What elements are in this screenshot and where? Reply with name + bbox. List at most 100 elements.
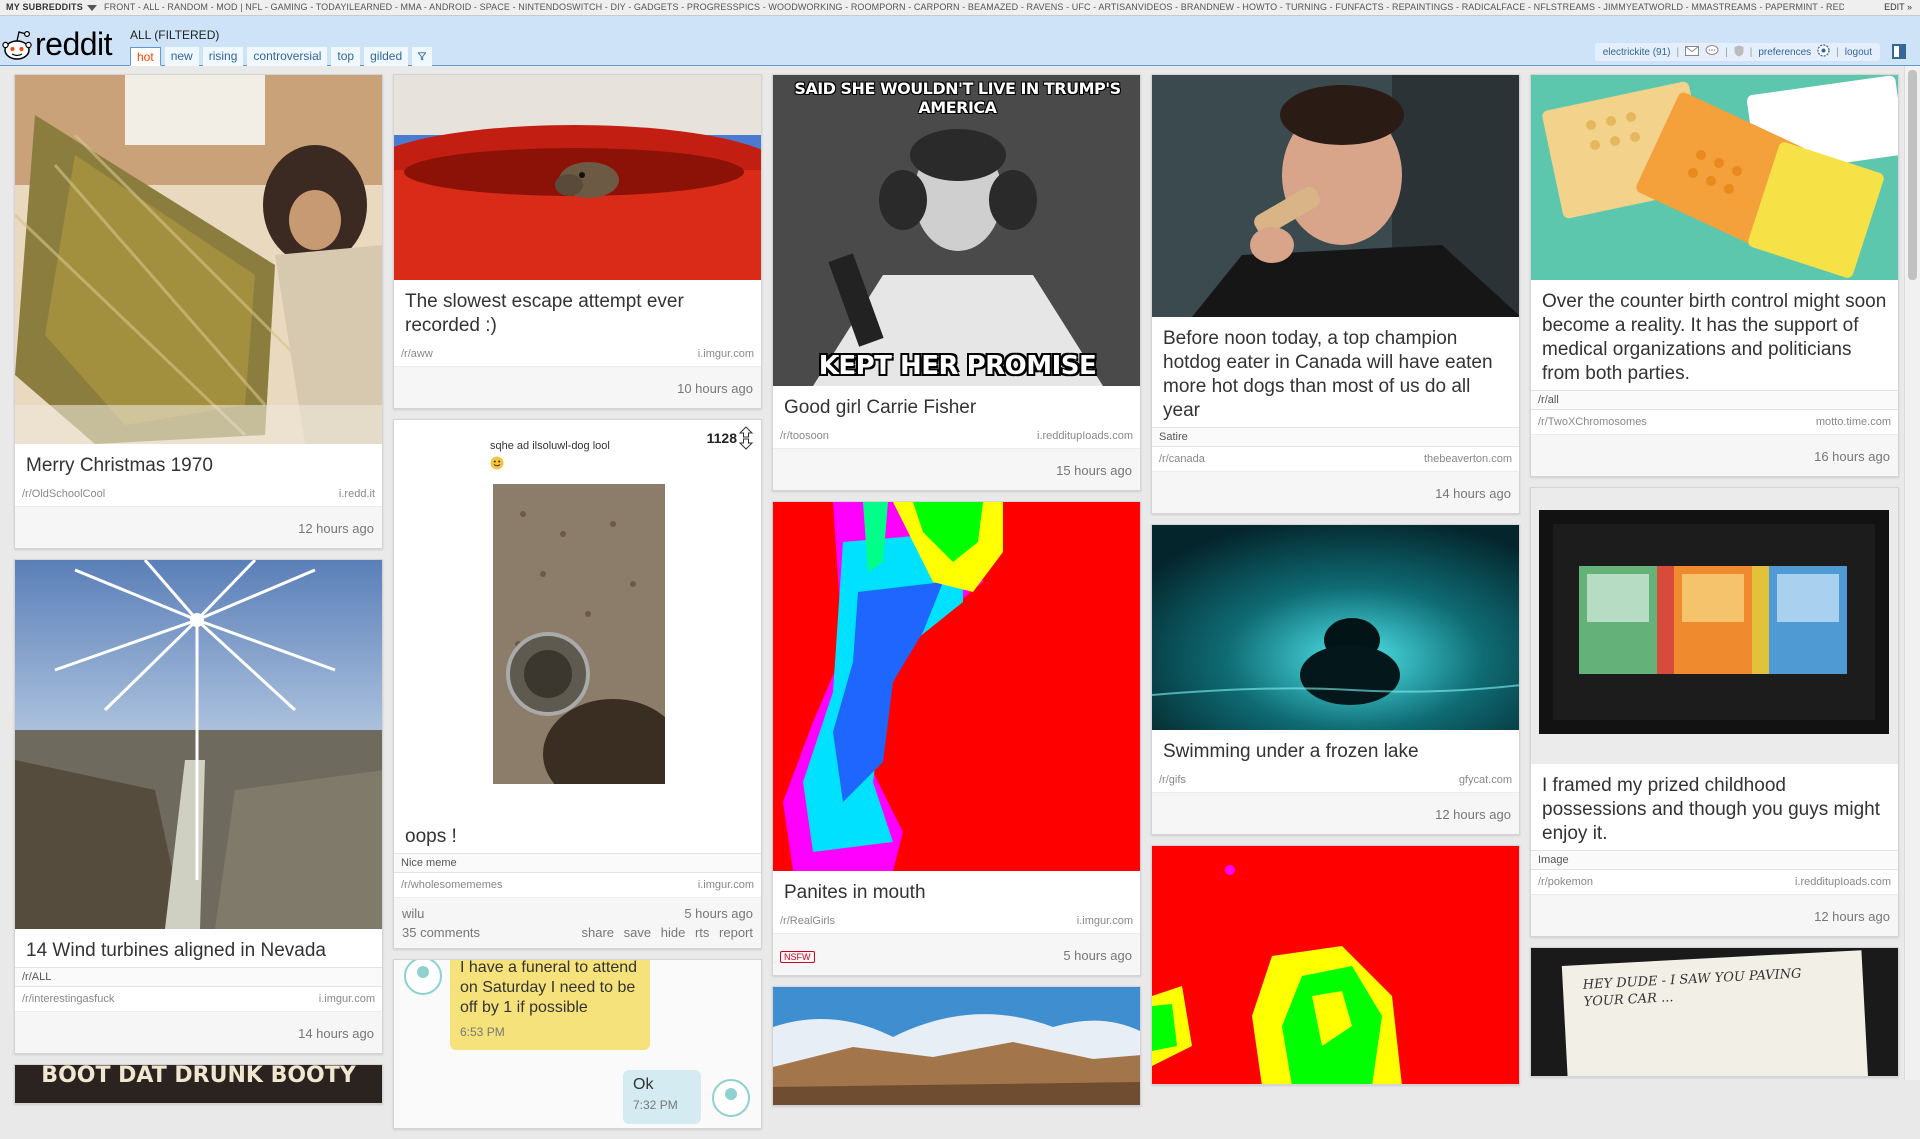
- meme-top-text: SAID SHE WOULDN'T LIVE IN TRUMP'S AMERIC…: [794, 79, 1121, 117]
- post-card[interactable]: SAID SHE WOULDN'T LIVE IN TRUMP'S AMERIC…: [772, 74, 1141, 491]
- reddit-logo[interactable]: reddit: [2, 22, 122, 64]
- post-card[interactable]: [772, 986, 1141, 1106]
- post-card[interactable]: I framed my prized childhood possessions…: [1530, 487, 1899, 937]
- comments-link[interactable]: 35 comments: [402, 925, 480, 940]
- downvote-arrow-icon[interactable]: [739, 438, 753, 450]
- post-card[interactable]: 14 Wind turbines aligned in Nevada /r/AL…: [14, 559, 383, 1054]
- post-title[interactable]: The slowest escape attempt ever recorded…: [394, 280, 761, 342]
- post-card[interactable]: Panites in mouth /r/RealGirls i.imgur.co…: [772, 501, 1141, 976]
- subreddit-links[interactable]: FRONT - ALL - RANDOM - MOD | NFL - GAMIN…: [104, 0, 1844, 15]
- subreddit-link[interactable]: /r/gifs: [1159, 774, 1186, 786]
- shield-icon[interactable]: [1734, 45, 1744, 60]
- sloth-photo: [394, 75, 761, 280]
- post-title[interactable]: Merry Christmas 1970: [15, 444, 382, 482]
- domain-link[interactable]: i.imgur.com: [698, 879, 754, 891]
- logout-link[interactable]: logout: [1845, 47, 1872, 58]
- scrollbar-thumb[interactable]: [1908, 70, 1917, 280]
- post-thumbnail[interactable]: [1152, 525, 1519, 730]
- post-thumbnail[interactable]: [394, 75, 761, 280]
- tab-controversial[interactable]: controversial: [247, 47, 328, 66]
- hide-button[interactable]: hide: [661, 925, 686, 940]
- domain-link[interactable]: motto.time.com: [1816, 416, 1891, 428]
- chat-icon[interactable]: [1705, 45, 1719, 59]
- post-title[interactable]: Panites in mouth: [773, 871, 1140, 909]
- post-card[interactable]: HEY DUDE - I SAW YOU PAVING YOUR CAR ...: [1530, 947, 1899, 1077]
- subreddit-link[interactable]: /r/OldSchoolCool: [22, 488, 105, 500]
- post-card[interactable]: [1151, 845, 1520, 1085]
- page-scrollbar[interactable]: [1904, 66, 1920, 1080]
- post-title[interactable]: Swimming under a frozen lake: [1152, 730, 1519, 768]
- domain-link[interactable]: i.imgur.com: [698, 348, 754, 360]
- domain-link[interactable]: gfycat.com: [1459, 774, 1512, 786]
- subreddit-link[interactable]: /r/canada: [1159, 453, 1205, 465]
- edit-subreddits-link[interactable]: EDIT »: [1884, 0, 1912, 15]
- domain-link[interactable]: thebeaverton.com: [1424, 453, 1512, 465]
- tab-new[interactable]: new: [164, 47, 199, 66]
- subreddit-link[interactable]: /r/pokemon: [1538, 876, 1593, 888]
- post-card[interactable]: Over the counter birth control might soo…: [1530, 74, 1899, 477]
- upvote-arrow-icon[interactable]: [739, 426, 753, 438]
- post-title[interactable]: Before noon today, a top champion hotdog…: [1152, 317, 1519, 427]
- post-card[interactable]: Swimming under a frozen lake /r/gifs gfy…: [1151, 524, 1520, 835]
- header: reddit ALL (FILTERED) hot new rising con…: [0, 16, 1920, 66]
- post-thumbnail[interactable]: I have a funeral to attend on Saturday I…: [394, 960, 761, 1128]
- tab-gilded[interactable]: gilded: [364, 47, 409, 66]
- post-title[interactable]: I framed my prized childhood possessions…: [1531, 764, 1898, 850]
- subreddit-link[interactable]: /r/TwoXChromosomes: [1538, 416, 1647, 428]
- subreddit-link[interactable]: /r/toosoon: [780, 430, 829, 442]
- filter-icon[interactable]: [412, 47, 433, 66]
- post-thumbnail[interactable]: [1152, 75, 1519, 317]
- post-card[interactable]: I have a funeral to attend on Saturday I…: [393, 959, 762, 1129]
- domain-link[interactable]: i.redditupIoads.com: [1037, 430, 1133, 442]
- chevron-down-icon: [86, 4, 97, 11]
- post-title[interactable]: 14 Wind turbines aligned in Nevada: [15, 929, 382, 967]
- post-meta: /r/interestingasfuck i.imgur.com: [15, 987, 382, 1011]
- username-link[interactable]: electrickite (91): [1603, 47, 1671, 58]
- post-card[interactable]: sqhe ad ilsoluwl-dog lool 1128 oops ! Ni…: [393, 419, 762, 949]
- save-button[interactable]: save: [624, 925, 651, 940]
- post-title[interactable]: oops !: [394, 815, 761, 853]
- subreddit-link[interactable]: /r/wholesomememes: [401, 879, 502, 891]
- tab-hot[interactable]: hot: [130, 47, 161, 66]
- column-2: The slowest escape attempt ever recorded…: [393, 74, 762, 1139]
- tab-top[interactable]: top: [331, 47, 361, 66]
- post-time: 5 hours ago: [684, 906, 753, 921]
- subreddit-link[interactable]: /r/interestingasfuck: [22, 993, 114, 1005]
- post-footer: NSFW 5 hours ago: [773, 933, 1140, 975]
- post-thumbnail[interactable]: [15, 75, 382, 444]
- post-card[interactable]: Before noon today, a top champion hotdog…: [1151, 74, 1520, 514]
- share-button[interactable]: share: [582, 925, 615, 940]
- post-title[interactable]: Good girl Carrie Fisher: [773, 386, 1140, 424]
- post-card[interactable]: BOOT DAT DRUNK BOOTY: [14, 1064, 383, 1104]
- gear-icon[interactable]: [1817, 44, 1830, 60]
- post-thumbnail[interactable]: [1531, 75, 1898, 280]
- post-thumbnail[interactable]: [773, 987, 1140, 1105]
- domain-link[interactable]: i.imgur.com: [1077, 915, 1133, 927]
- post-thumbnail[interactable]: HEY DUDE - I SAW YOU PAVING YOUR CAR ...: [1531, 948, 1898, 1076]
- post-title[interactable]: Over the counter birth control might soo…: [1531, 280, 1898, 390]
- preferences-link[interactable]: preferences: [1758, 47, 1811, 58]
- subreddit-link[interactable]: /r/aww: [401, 348, 433, 360]
- post-thumbnail[interactable]: [1531, 488, 1898, 764]
- post-card[interactable]: Merry Christmas 1970 /r/OldSchoolCool i.…: [14, 74, 383, 549]
- domain-link[interactable]: i.redd.it: [339, 488, 375, 500]
- post-thumbnail[interactable]: sqhe ad ilsoluwl-dog lool 1128: [394, 420, 761, 815]
- my-subreddits-dropdown[interactable]: MY SUBREDDITS: [6, 0, 97, 15]
- author-link[interactable]: wilu: [402, 906, 424, 921]
- post-card[interactable]: The slowest escape attempt ever recorded…: [393, 74, 762, 409]
- subreddit-link[interactable]: /r/RealGirls: [780, 915, 835, 927]
- post-thumbnail[interactable]: [15, 560, 382, 929]
- domain-link[interactable]: i.imgur.com: [319, 993, 375, 1005]
- sidebar-toggle-icon[interactable]: [1892, 44, 1906, 59]
- page-title[interactable]: ALL (FILTERED): [130, 28, 219, 42]
- post-thumbnail[interactable]: SAID SHE WOULDN'T LIVE IN TRUMP'S AMERIC…: [773, 75, 1140, 386]
- post-thumbnail[interactable]: BOOT DAT DRUNK BOOTY: [15, 1065, 382, 1103]
- report-button[interactable]: report: [719, 925, 753, 940]
- mail-icon[interactable]: [1685, 45, 1700, 59]
- post-thumbnail[interactable]: [1152, 846, 1519, 1084]
- tab-rising[interactable]: rising: [202, 47, 244, 66]
- rts-button[interactable]: rts: [695, 925, 709, 940]
- post-thumbnail[interactable]: [773, 502, 1140, 871]
- column-5: Over the counter birth control might soo…: [1530, 74, 1899, 1087]
- domain-link[interactable]: i.redditupIoads.com: [1795, 876, 1891, 888]
